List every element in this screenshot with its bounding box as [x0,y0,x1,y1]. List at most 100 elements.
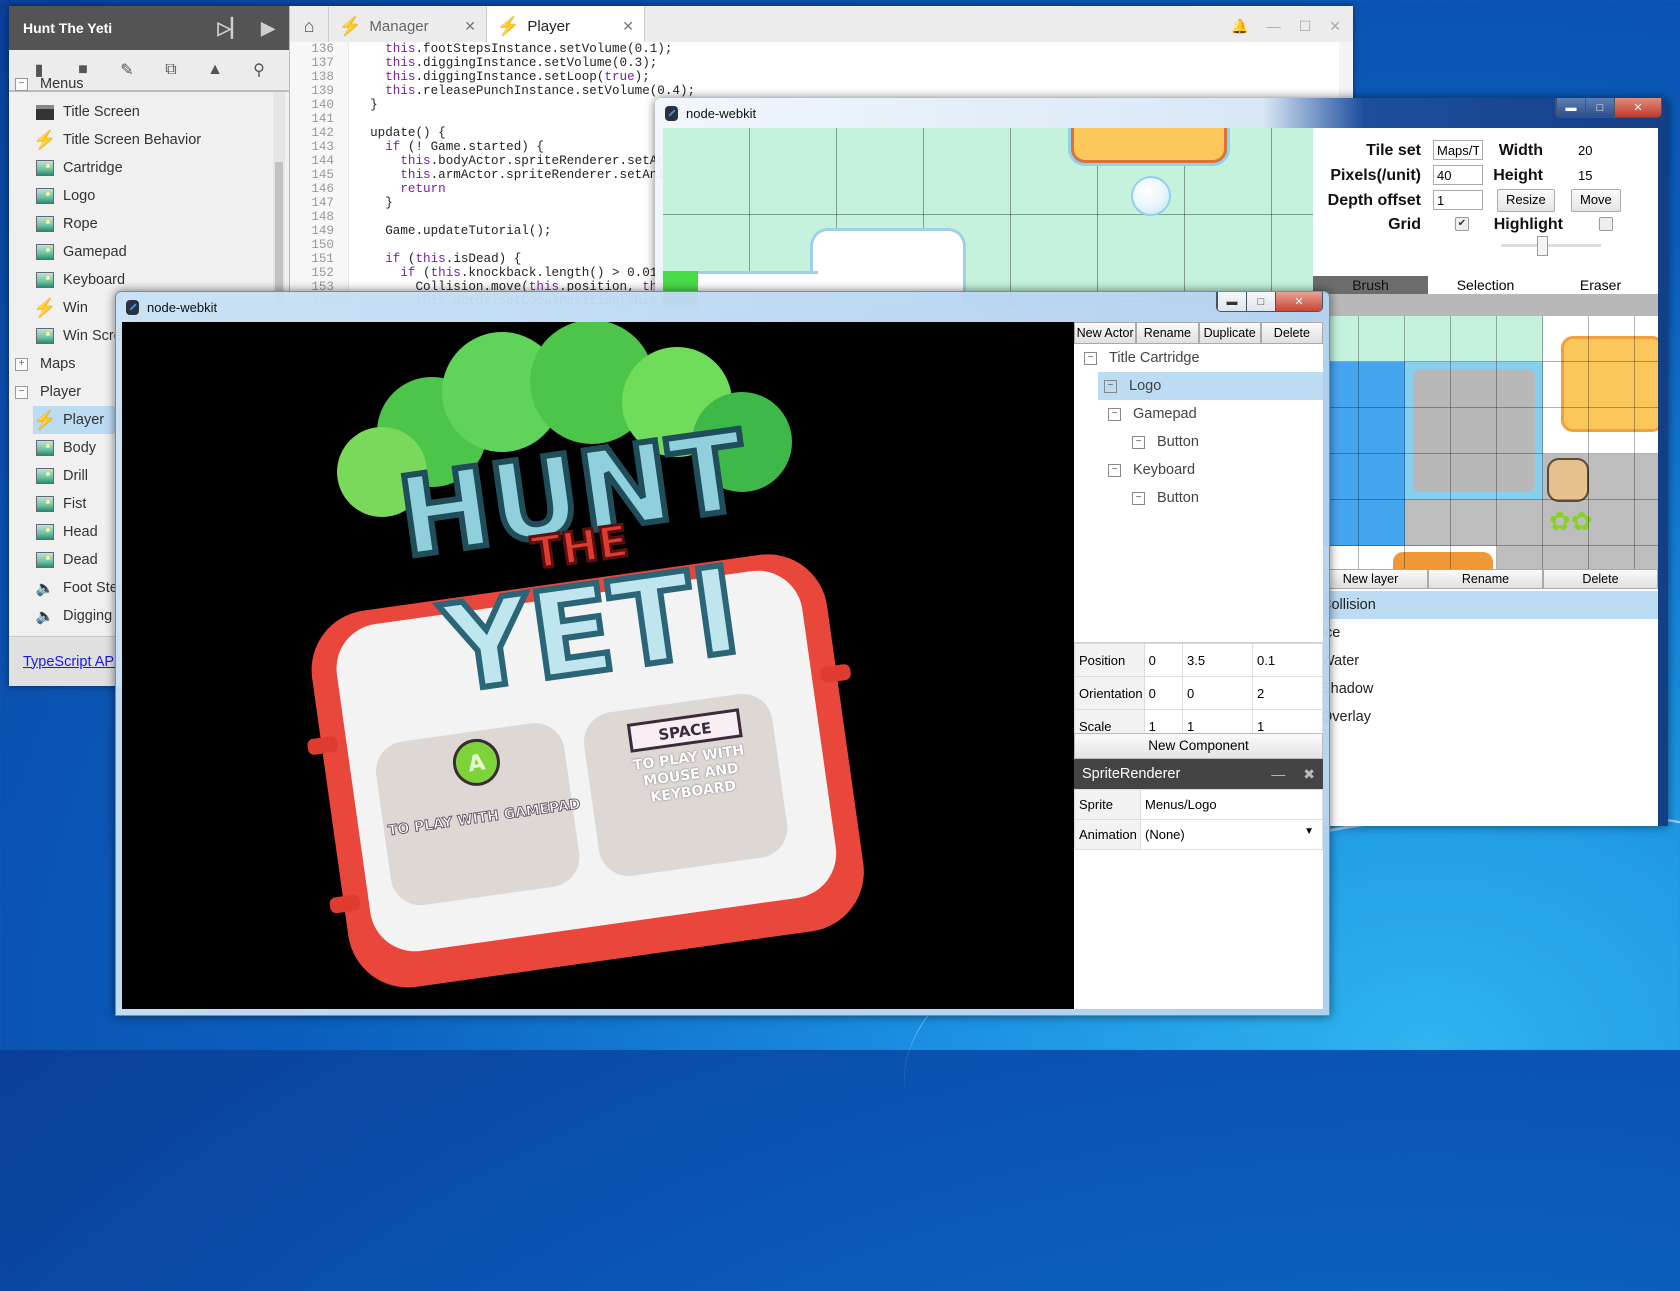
layer-item[interactable]: Collision [1313,591,1658,619]
actor-item[interactable]: − Button [1074,484,1323,512]
orientation-y[interactable]: 0 [1182,676,1254,710]
bell-icon[interactable]: 🔔 [1231,18,1248,35]
close-button[interactable]: ✕ [1614,98,1661,117]
close-icon[interactable]: ✕ [622,18,634,35]
position-x[interactable]: 0 [1143,643,1184,677]
tab-selection[interactable]: Selection [1428,276,1543,294]
tab-brush[interactable]: Brush [1313,276,1428,294]
tree-item-label: Rope [63,216,98,232]
script-icon: ⚡ [33,409,57,430]
project-title: Hunt The Yeti [23,20,113,36]
depth-offset-input[interactable] [1433,190,1483,210]
resize-button[interactable]: Resize [1497,189,1555,212]
highlight-slider[interactable] [1501,236,1601,256]
collapse-icon[interactable]: − [1108,463,1121,477]
line-number: 145 [290,168,349,182]
tab-label: Player [527,17,570,35]
scrollbar-thumb[interactable] [275,162,283,302]
highlight-checkbox[interactable] [1599,217,1613,231]
collapse-icon[interactable]: − [15,77,28,91]
tab-manager[interactable]: ⚡ Manager ✕ [329,6,487,46]
grid-label: Grid [1388,216,1421,233]
collapse-icon[interactable]: − [15,385,28,399]
window-titlebar[interactable]: node-webkit [655,98,1668,128]
run-icon[interactable]: ▶ [261,18,275,39]
close-icon[interactable]: ✕ [1329,18,1341,35]
tree-item[interactable]: Rope [9,210,279,238]
tree-item[interactable]: Gamepad [9,238,279,266]
layer-item[interactable]: Overlay [1313,703,1658,731]
transform-panel: Position 0 3.5 0.1 Orientation 0 0 2 Sca… [1074,642,1323,743]
new-layer-button[interactable]: New layer [1313,569,1428,589]
code-text: } [355,98,378,112]
delete-layer-button[interactable]: Delete [1543,569,1658,589]
layer-item[interactable]: Water [1313,647,1658,675]
position-z[interactable]: 0.1 [1252,643,1323,677]
layer-item[interactable]: Ice [1313,619,1658,647]
tree-folder[interactable]: − Menus [9,70,279,98]
maximize-button[interactable]: □ [1585,98,1614,117]
map-properties-panel: Tile set Pixels(/unit) Depth offset Grid… [1313,128,1658,826]
duplicate-actor-button[interactable]: Duplicate [1198,322,1261,344]
tab-player[interactable]: ⚡ Player ✕ [487,6,645,46]
debug-run-icon[interactable]: ▷▏ [217,18,245,39]
actor-item[interactable]: − Logo [1098,372,1323,400]
home-icon[interactable]: ⌂ [290,6,329,46]
close-button[interactable]: ✕ [1275,292,1322,311]
slider-handle[interactable] [1537,236,1549,256]
project-header: Hunt The Yeti ▷▏ ▶ [9,6,289,50]
map-canvas[interactable] [663,128,1313,308]
map-tile-snowball [1131,176,1171,216]
orientation-x[interactable]: 0 [1143,676,1184,710]
tree-item[interactable]: Logo [9,182,279,210]
close-icon[interactable]: ✕ [464,18,476,35]
collapse-icon[interactable]: − [1132,435,1145,449]
delete-actor-button[interactable]: Delete [1260,322,1323,344]
expand-icon[interactable]: + [15,357,28,371]
rename-layer-button[interactable]: Rename [1428,569,1543,589]
code-text: this.releasePunchInstance.setVolume(0.4)… [385,84,696,98]
window-titlebar[interactable]: node-webkit [116,292,1329,322]
position-y[interactable]: 3.5 [1182,643,1254,677]
actor-item[interactable]: − Button [1074,428,1323,456]
maximize-button[interactable]: □ [1246,292,1275,311]
actor-item[interactable]: − Keyboard [1074,456,1323,484]
line-number: 142 [290,126,349,140]
animation-value: (None) [1145,827,1185,842]
new-actor-button[interactable]: New Actor [1074,322,1137,344]
new-component-button[interactable]: New Component [1074,733,1323,759]
orientation-label: Orientation [1074,676,1145,710]
tree-item[interactable]: Cartridge [9,154,279,182]
minimize-button[interactable]: ▬ [1556,98,1585,117]
height-value: 15 [1578,168,1593,183]
move-button[interactable]: Move [1571,189,1621,212]
tree-item[interactable]: ⚡ Title Screen Behavior [9,126,279,154]
collapse-icon[interactable]: − [1104,379,1117,393]
actor-item[interactable]: − Gamepad [1074,400,1323,428]
tree-item-label: Keyboard [63,272,126,288]
minimize-icon[interactable]: — [1267,18,1281,34]
tree-item[interactable]: Title Screen [9,98,279,126]
scene-viewport[interactable]: HUNT THE YETI A TO PLAY WITH GAMEPAD SPA… [122,322,1074,1009]
maximize-icon[interactable]: ☐ [1299,18,1312,35]
animation-select[interactable]: (None) ▼ [1140,819,1323,850]
tree-item[interactable]: Keyboard [9,266,279,294]
sprite-icon [36,244,54,260]
layer-item[interactable]: Shadow [1313,675,1658,703]
orientation-z[interactable]: 2 [1252,676,1323,710]
line-number: 143 [290,140,349,154]
minimize-button[interactable]: ▬ [1217,292,1246,311]
rename-actor-button[interactable]: Rename [1136,322,1199,344]
actor-item[interactable]: − Title Cartridge [1074,344,1323,372]
collapse-icon[interactable]: − [1132,491,1145,505]
tree-item-label: Maps [40,356,76,372]
tileset-palette[interactable]: ✿✿ [1313,294,1658,569]
tab-eraser[interactable]: Eraser [1543,276,1658,294]
close-icon[interactable]: ✖ [1303,766,1315,783]
collapse-icon[interactable]: − [1084,351,1097,365]
sprite-input[interactable]: Menus/Logo [1140,789,1323,820]
collapse-icon[interactable]: − [1108,407,1121,421]
collapse-icon[interactable]: — [1271,766,1285,782]
typescript-api-link[interactable]: TypeScript API [23,654,118,670]
